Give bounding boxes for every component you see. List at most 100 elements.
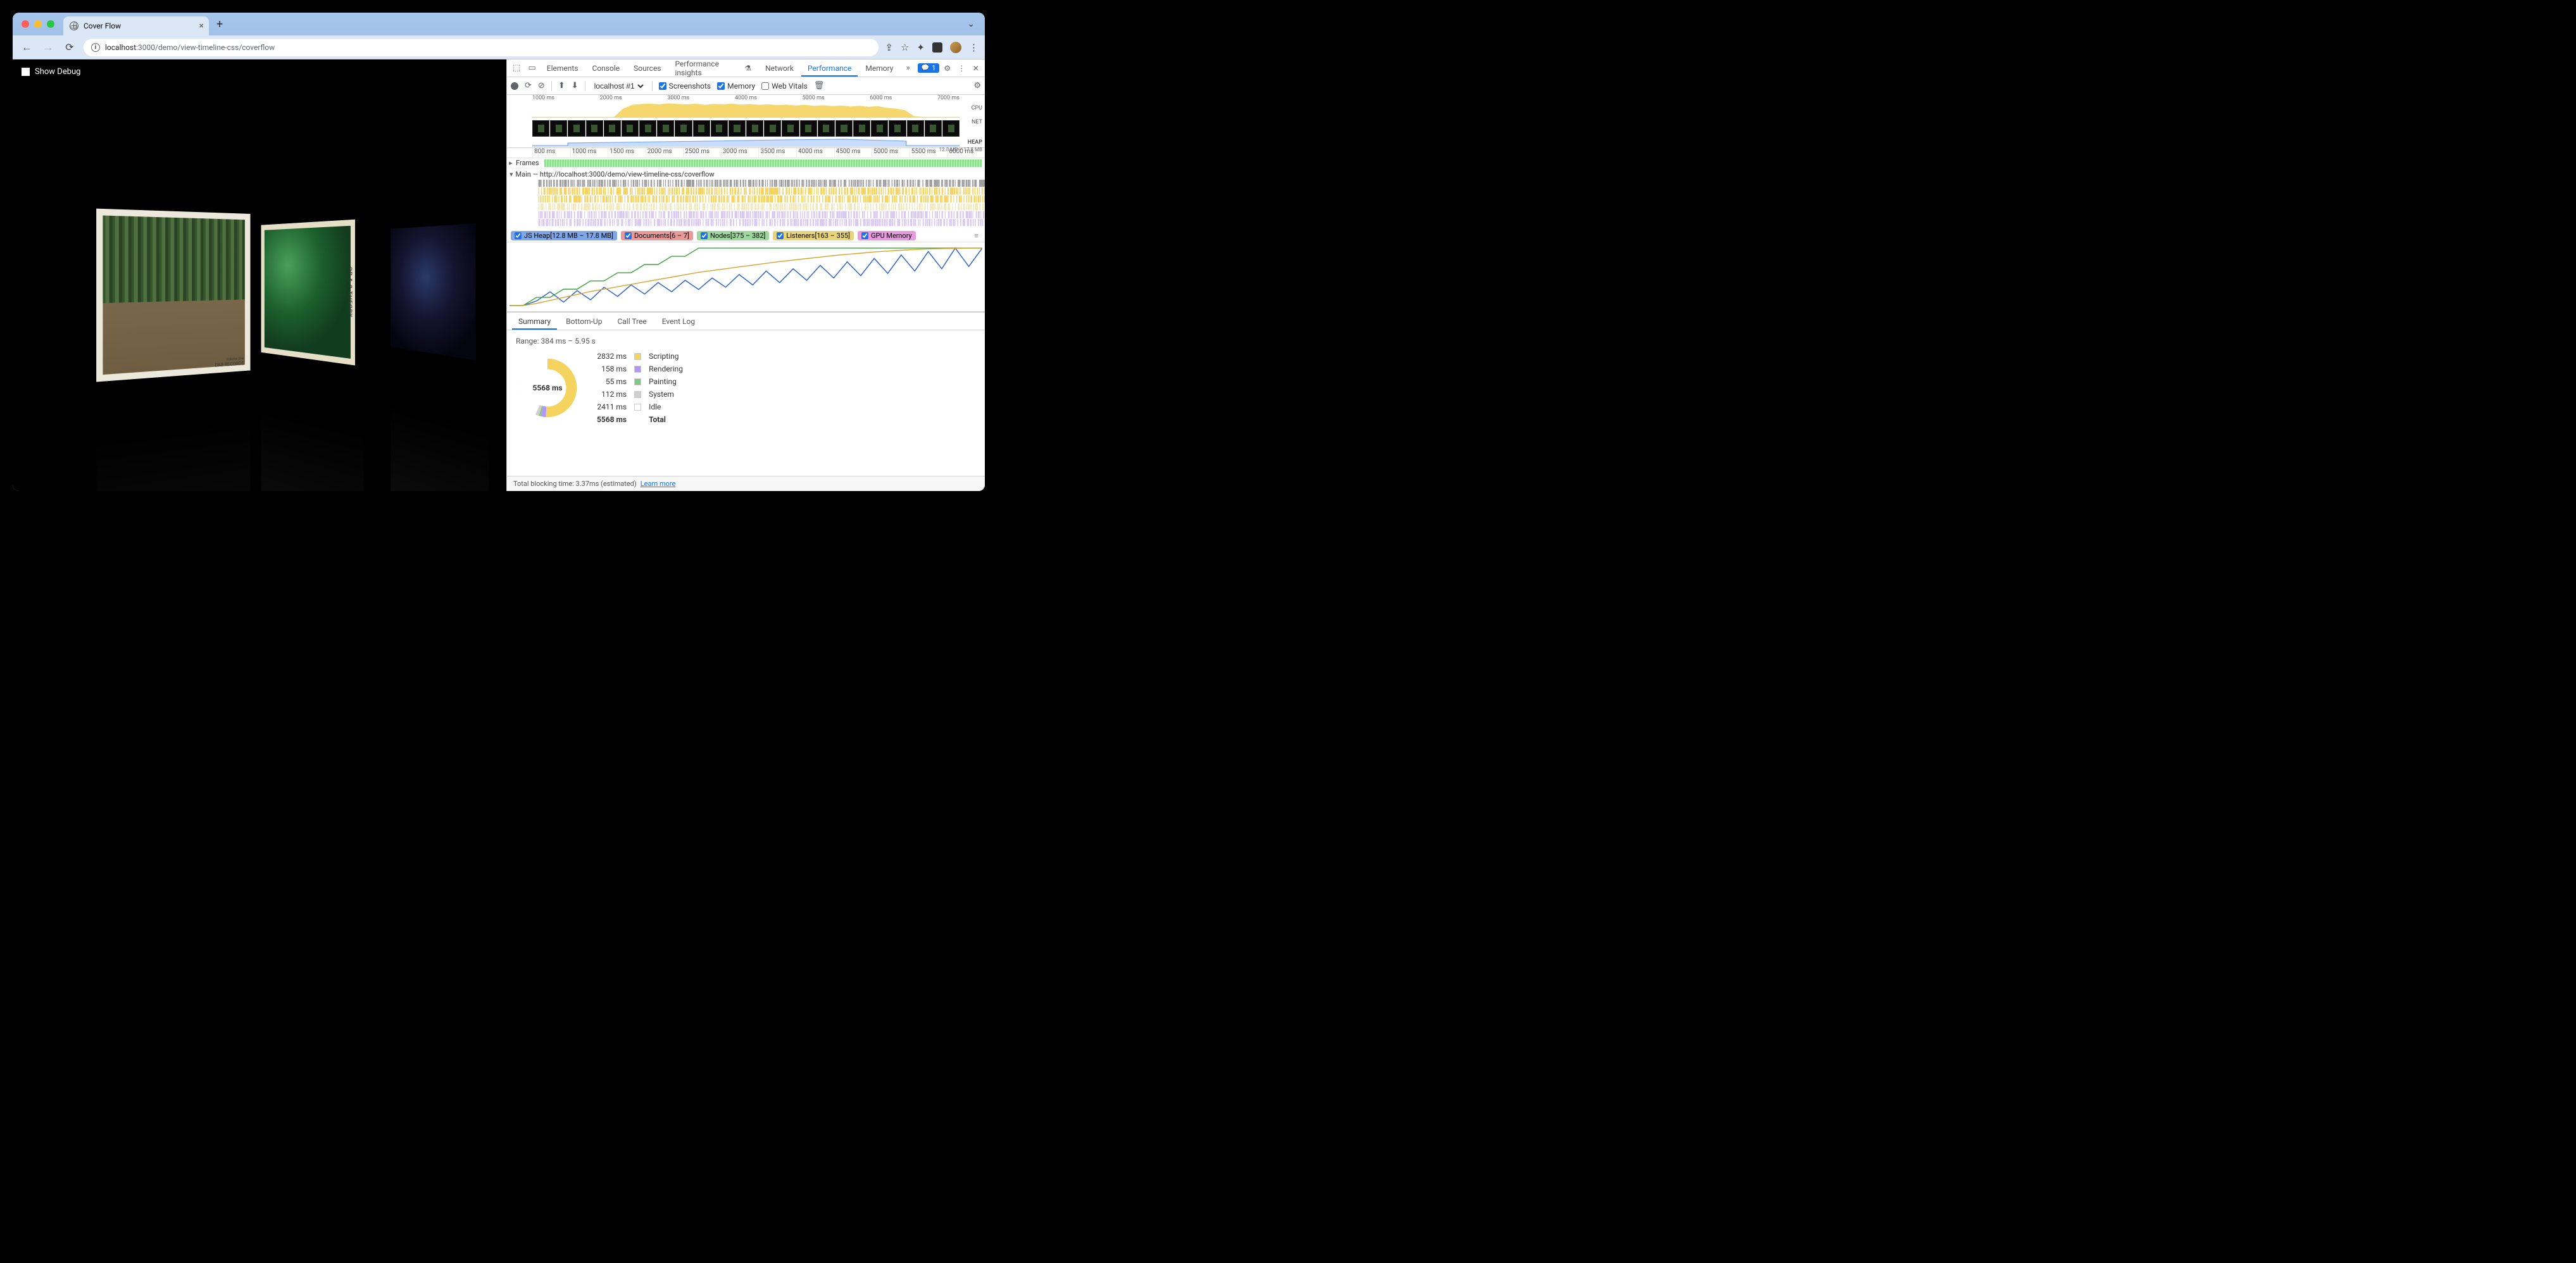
browser-menu-button[interactable]: ⋮ (969, 42, 979, 53)
extensions-icon[interactable]: ✦ (916, 42, 925, 53)
tab-elements[interactable]: Elements (541, 60, 585, 77)
show-debug-checkbox[interactable] (22, 68, 30, 76)
perf-settings-gear-icon[interactable]: ⚙ (973, 81, 981, 90)
tab-list-chevron-icon[interactable]: ⌄ (962, 19, 980, 29)
tab-bottom-up[interactable]: Bottom-Up (560, 313, 608, 330)
filmstrip-frame[interactable] (800, 120, 817, 137)
filmstrip-frame[interactable] (586, 120, 603, 137)
more-tabs-icon[interactable]: » (901, 63, 915, 73)
frames-track[interactable]: ▸ Frames (507, 158, 985, 168)
filmstrip-frame[interactable] (693, 120, 710, 137)
profile-selector[interactable]: localhost #1 (592, 81, 646, 91)
record-button[interactable] (511, 82, 518, 90)
inspect-element-icon[interactable]: ⬚ (510, 63, 523, 73)
filmstrip-frame[interactable] (711, 120, 728, 137)
counter-chart[interactable] (507, 242, 985, 312)
filmstrip-frame[interactable] (532, 120, 549, 137)
filmstrip-frame[interactable] (835, 120, 853, 137)
download-icon[interactable]: ⬇ (572, 81, 578, 90)
legend-documents[interactable]: Documents[6 – 7] (621, 231, 693, 240)
perf-overview[interactable]: 1000 ms 2000 ms 3000 ms 4000 ms 5000 ms … (507, 95, 985, 148)
devtools-tabs: ⬚ ▭ Elements Console Sources Performance… (507, 59, 985, 77)
webvitals-checkbox[interactable] (761, 82, 769, 90)
site-info-icon[interactable]: i (91, 43, 100, 52)
filmstrip-frame[interactable] (728, 120, 746, 137)
close-devtools-icon[interactable]: ✕ (970, 64, 983, 73)
settings-gear-icon[interactable]: ⚙ (941, 64, 954, 73)
filmstrip-frame[interactable] (568, 120, 585, 137)
share-icon[interactable]: ⇪ (885, 42, 893, 53)
device-toolbar-icon[interactable]: ▭ (525, 63, 539, 73)
main-flame-chart[interactable] (507, 180, 985, 230)
tab-summary[interactable]: Summary (512, 313, 557, 330)
legend-listeners[interactable]: Listeners[163 – 355] (773, 231, 854, 240)
learn-more-link[interactable]: Learn more (641, 480, 676, 488)
filmstrip-frame[interactable] (889, 120, 906, 137)
filmstrip-frame[interactable] (942, 120, 960, 137)
url-input[interactable]: i localhost:3000/demo/view-timeline-css/… (84, 39, 878, 56)
filmstrip-frame[interactable] (622, 120, 639, 137)
devtools-menu-icon[interactable]: ⋮ (955, 64, 968, 73)
tab-network[interactable]: Network (759, 60, 800, 77)
filmstrip-frame[interactable] (818, 120, 835, 137)
minimize-window-button[interactable] (34, 20, 42, 28)
filmstrip-frame[interactable] (871, 120, 888, 137)
legend-nodes[interactable]: Nodes[375 – 382] (697, 231, 769, 240)
tab-performance[interactable]: Performance (801, 60, 858, 77)
expand-main-icon[interactable]: ▾ (510, 170, 516, 178)
filmstrip-frame[interactable] (675, 120, 692, 137)
expand-frames-icon[interactable]: ▸ (507, 159, 515, 167)
reload-button[interactable]: ⟳ (62, 41, 77, 53)
counter-menu-icon[interactable]: ≡ (972, 232, 981, 240)
legend-js-heap[interactable]: JS Heap[12.8 MB – 17.8 MB] (511, 231, 617, 240)
coverflow-stage[interactable]: OR & 9 THEORY Volume One DAB RECORDS (13, 142, 506, 445)
filmstrip-frame[interactable] (746, 120, 763, 137)
close-window-button[interactable] (22, 20, 29, 28)
screenshots-toggle[interactable]: Screenshots (659, 82, 711, 90)
filmstrip-frame[interactable] (550, 120, 567, 137)
maximize-window-button[interactable] (47, 20, 54, 28)
tab-memory[interactable]: Memory (859, 60, 899, 77)
filmstrip-frame[interactable] (782, 120, 799, 137)
url-text: localhost:3000/demo/view-timeline-css/co… (105, 43, 275, 52)
album-cover-2[interactable]: OR & 9 THEORY (261, 220, 355, 366)
legend-gpu-memory[interactable]: GPU Memory (858, 231, 916, 240)
show-debug-toggle[interactable]: Show Debug (22, 67, 80, 77)
main-thread-header[interactable]: ▾ Main — http://localhost:3000/demo/view… (507, 168, 985, 180)
tab-call-tree[interactable]: Call Tree (611, 313, 653, 330)
filmstrip-frame[interactable] (639, 120, 656, 137)
summary-total-ms: 5568 ms (597, 415, 627, 424)
filmstrip-frame[interactable] (907, 120, 924, 137)
upload-icon[interactable]: ⬆ (558, 81, 565, 90)
screenshot-filmstrip[interactable] (532, 120, 960, 137)
filmstrip-frame[interactable] (764, 120, 781, 137)
webvitals-toggle[interactable]: Web Vitals (761, 82, 808, 90)
counter-legend: JS Heap[12.8 MB – 17.8 MB] Documents[6 –… (507, 230, 985, 242)
tab-console[interactable]: Console (586, 60, 627, 77)
issues-badge[interactable]: 1 (918, 63, 940, 73)
flame-chart-area[interactable]: 800 ms1000 ms1500 ms2000 ms2500 ms3000 m… (507, 148, 985, 313)
filmstrip-frame[interactable] (853, 120, 870, 137)
bookmark-icon[interactable]: ☆ (901, 42, 909, 53)
tab-sources[interactable]: Sources (627, 60, 667, 77)
summary-category-label: Painting (649, 377, 683, 386)
reload-record-icon[interactable]: ⟳ (525, 81, 532, 90)
filmstrip-frame[interactable] (604, 120, 621, 137)
filmstrip-frame[interactable] (925, 120, 942, 137)
extension-button[interactable] (932, 42, 942, 53)
memory-toggle[interactable]: Memory (717, 82, 755, 90)
close-tab-button[interactable]: × (199, 21, 204, 31)
new-tab-button[interactable]: + (214, 18, 225, 31)
memory-checkbox[interactable] (717, 82, 725, 90)
profile-avatar[interactable] (950, 42, 961, 53)
screenshots-checkbox[interactable] (659, 82, 666, 90)
clear-icon[interactable]: ⊘ (538, 81, 545, 90)
album-cover-3[interactable] (391, 223, 475, 360)
album-cover-1[interactable]: Volume One DAB RECORDS (96, 209, 250, 382)
trash-icon[interactable]: 🗑 (814, 81, 825, 90)
forward-button[interactable]: → (41, 41, 56, 54)
tab-event-log[interactable]: Event Log (656, 313, 701, 330)
browser-tab[interactable]: Cover Flow × (63, 16, 209, 35)
back-button[interactable]: ← (19, 41, 34, 54)
filmstrip-frame[interactable] (657, 120, 674, 137)
